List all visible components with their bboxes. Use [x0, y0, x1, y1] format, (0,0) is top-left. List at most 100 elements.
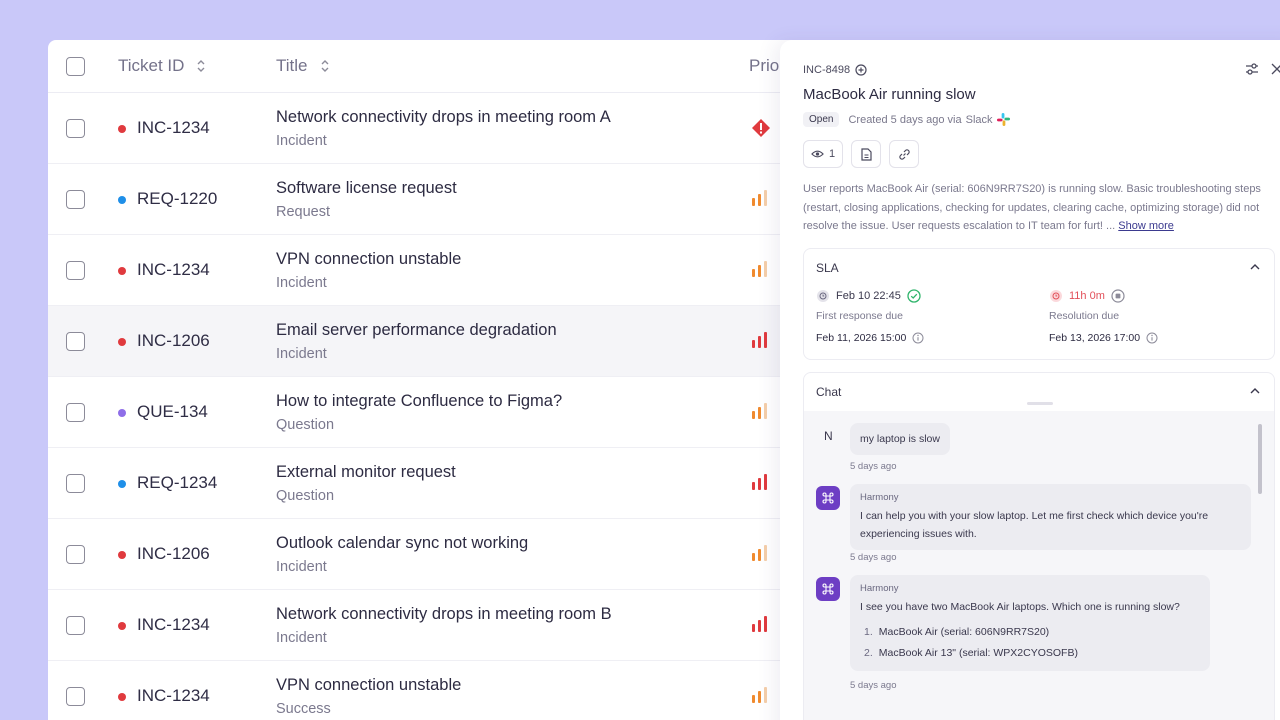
ticket-type: Request: [276, 204, 331, 220]
row-checkbox[interactable]: [66, 545, 85, 564]
row-checkbox[interactable]: [66, 616, 85, 635]
sort-icon[interactable]: [320, 58, 330, 74]
clock-badge-icon: [817, 290, 829, 302]
ticket-type-dot: [118, 480, 126, 488]
table-row[interactable]: REQ-1220 Software license request Request: [48, 164, 808, 235]
table-row[interactable]: REQ-1234 External monitor request Question: [48, 448, 808, 519]
row-checkbox[interactable]: [66, 332, 85, 351]
ticket-type: Question: [276, 417, 335, 433]
priority-high-icon: [751, 331, 769, 354]
priority-urgent-icon: [751, 118, 771, 143]
select-all-checkbox[interactable]: [66, 57, 85, 76]
row-checkbox[interactable]: [66, 403, 85, 422]
table-row[interactable]: INC-1234 Network connectivity drops in me…: [48, 93, 808, 164]
sla-first-response: Feb 10 22:45 First response due Feb 11, …: [816, 287, 924, 344]
table-row[interactable]: INC-1206 Outlook calendar sync not workin…: [48, 519, 808, 590]
ticket-title[interactable]: Email server performance degradation: [276, 321, 557, 340]
bot-avatar: [816, 577, 840, 601]
ticket-detail-panel: INC-8498 MacBook Air running slow Open C…: [780, 40, 1280, 720]
table-row[interactable]: INC-1234 VPN connection unstable Incident: [48, 235, 808, 306]
add-circle-icon[interactable]: [855, 64, 867, 76]
table-row[interactable]: INC-1234 VPN connection unstable Success: [48, 661, 808, 720]
message-time: 5 days ago: [850, 461, 897, 472]
show-more-link[interactable]: Show more: [1118, 220, 1174, 232]
sort-icon[interactable]: [196, 58, 206, 74]
ticket-table: Ticket ID Title Prio INC-1234 Network con…: [48, 40, 808, 720]
chevron-up-icon[interactable]: [1250, 263, 1260, 270]
table-row[interactable]: QUE-134 How to integrate Confluence to Fi…: [48, 377, 808, 448]
priority-medium-icon: [751, 402, 769, 425]
settings-sliders-icon[interactable]: [1245, 62, 1259, 81]
info-icon[interactable]: [912, 332, 924, 344]
document-button[interactable]: [851, 140, 882, 168]
ticket-type-dot: [118, 693, 126, 701]
row-checkbox[interactable]: [66, 261, 85, 280]
priority-high-icon: [751, 473, 769, 496]
ticket-title[interactable]: Network connectivity drops in meeting ro…: [276, 605, 612, 624]
row-checkbox[interactable]: [66, 474, 85, 493]
chat-messages: N my laptop is slow 5 days ago Harmony I…: [804, 411, 1274, 720]
watchers-button[interactable]: 1: [803, 140, 844, 168]
priority-medium-icon: [751, 260, 769, 283]
ticket-title[interactable]: Outlook calendar sync not working: [276, 534, 528, 553]
ticket-actions: 1: [803, 140, 920, 168]
bot-message: Harmony I see you have two MacBook Air l…: [850, 575, 1210, 671]
ticket-type-dot: [118, 551, 126, 559]
ticket-id: INC-1234: [137, 615, 210, 634]
info-icon[interactable]: [1146, 332, 1158, 344]
ticket-type-dot: [118, 196, 126, 204]
ticket-id: QUE-134: [137, 402, 208, 421]
ticket-type: Question: [276, 488, 335, 504]
source-text: Slack: [965, 113, 993, 126]
ticket-id: INC-1234: [137, 686, 210, 705]
ticket-title[interactable]: Software license request: [276, 179, 457, 198]
table-header: Ticket ID Title Prio: [48, 40, 808, 93]
message-time: 5 days ago: [850, 552, 897, 563]
device-option[interactable]: 2. MacBook Air 13" (serial: WPX2CYOSOFB): [860, 643, 1200, 664]
ticket-title[interactable]: How to integrate Confluence to Figma?: [276, 392, 562, 411]
ticket-id: REQ-1220: [137, 189, 218, 208]
resize-handle[interactable]: [1027, 402, 1053, 405]
ticket-title[interactable]: VPN connection unstable: [276, 676, 461, 695]
ticket-type-dot: [118, 622, 126, 630]
ticket-title: MacBook Air running slow: [803, 86, 976, 103]
column-header-ticket-id[interactable]: Ticket ID: [118, 56, 206, 76]
column-header-priority[interactable]: Prio: [749, 56, 779, 76]
ticket-type: Incident: [276, 346, 327, 362]
bot-message: Harmony I can help you with your slow la…: [850, 484, 1251, 550]
chat-scrollbar[interactable]: [1258, 424, 1262, 494]
device-option[interactable]: 1. MacBook Air (serial: 606N9RR7S20): [860, 622, 1200, 643]
sla-section: SLA Feb 10 22:45 First response due Feb …: [803, 248, 1275, 360]
column-header-title[interactable]: Title: [276, 56, 330, 76]
ticket-type: Incident: [276, 559, 327, 575]
close-icon[interactable]: [1270, 62, 1280, 81]
eye-icon: [811, 150, 824, 158]
ticket-id: INC-1206: [137, 331, 210, 350]
sla-heading: SLA: [816, 261, 839, 275]
ticket-title[interactable]: Network connectivity drops in meeting ro…: [276, 108, 611, 127]
row-checkbox[interactable]: [66, 190, 85, 209]
chevron-up-icon[interactable]: [1250, 387, 1260, 394]
pause-circle-icon: [1111, 289, 1125, 303]
ticket-title[interactable]: VPN connection unstable: [276, 250, 461, 269]
ticket-id: INC-1206: [137, 544, 210, 563]
row-checkbox[interactable]: [66, 119, 85, 138]
table-row[interactable]: INC-1206 Email server performance degrada…: [48, 306, 808, 377]
device-options: 1. MacBook Air (serial: 606N9RR7S20) 2. Ma…: [860, 622, 1200, 664]
ticket-title[interactable]: External monitor request: [276, 463, 456, 482]
document-icon: [861, 147, 872, 161]
ticket-type-dot: [118, 409, 126, 417]
copy-link-button[interactable]: [889, 140, 920, 168]
table-row[interactable]: INC-1234 Network connectivity drops in me…: [48, 590, 808, 661]
row-checkbox[interactable]: [66, 687, 85, 706]
created-text: Created 5 days ago via: [848, 113, 962, 126]
command-icon: [822, 492, 834, 504]
check-circle-icon: [907, 289, 921, 303]
chat-heading: Chat: [816, 385, 842, 399]
ticket-id-label: INC-8498: [803, 64, 867, 76]
chat-section: Chat N my laptop is slow 5 days ago Harm…: [803, 372, 1275, 720]
user-message: my laptop is slow: [850, 423, 950, 455]
message-time: 5 days ago: [850, 680, 897, 691]
ticket-rows: INC-1234 Network connectivity drops in me…: [48, 93, 808, 720]
ticket-meta: Open Created 5 days ago via Slack: [803, 112, 1010, 127]
